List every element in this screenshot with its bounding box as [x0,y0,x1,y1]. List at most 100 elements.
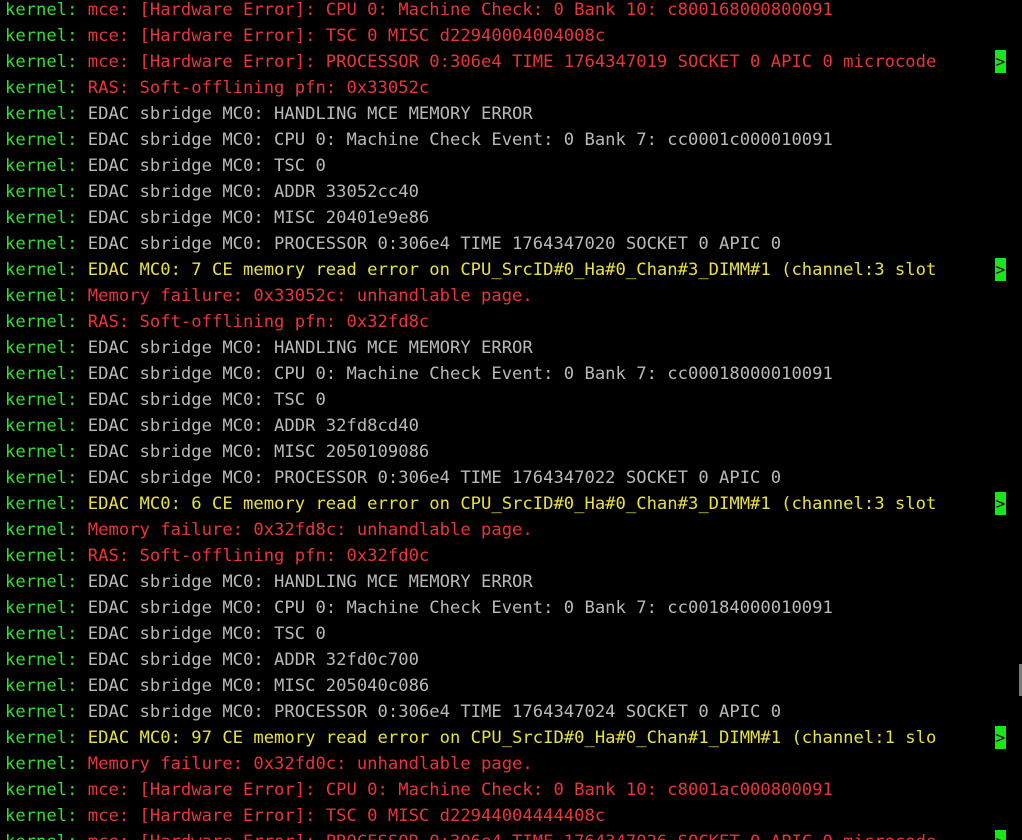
log-message: EDAC MC0: 97 CE memory read error on CPU… [87,728,937,748]
log-line: kernel: EDAC sbridge MC0: PROCESSOR 0:30… [5,231,1005,257]
log-message: EDAC MC0: 6 CE memory read error on CPU_… [87,494,937,514]
line-overflow-marker: > [995,830,1006,840]
log-source-prefix: kernel: [5,234,78,254]
log-source-prefix: kernel: [5,806,78,826]
log-message: EDAC sbridge MC0: CPU 0: Machine Check E… [87,364,833,384]
log-line: kernel: EDAC sbridge MC0: ADDR 33052cc40 [5,179,1005,205]
log-source-prefix: kernel: [5,702,78,722]
log-line: kernel: EDAC MC0: 7 CE memory read error… [5,257,1005,283]
log-message: EDAC sbridge MC0: MISC 2050109086 [87,442,430,462]
log-source-prefix: kernel: [5,312,78,332]
log-source-prefix: kernel: [5,182,78,202]
log-line: kernel: EDAC sbridge MC0: ADDR 32fd0c700 [5,647,1005,673]
log-source-prefix: kernel: [5,364,78,384]
log-message: EDAC sbridge MC0: PROCESSOR 0:306e4 TIME… [87,468,782,488]
log-source-prefix: kernel: [5,26,78,46]
log-line: kernel: RAS: Soft-offlining pfn: 0x33052… [5,75,1005,101]
log-line: kernel: EDAC sbridge MC0: PROCESSOR 0:30… [5,699,1005,725]
log-source-prefix: kernel: [5,390,78,410]
log-message: RAS: Soft-offlining pfn: 0x32fd8c [87,312,430,332]
log-line: kernel: mce: [Hardware Error]: CPU 0: Ma… [5,0,1005,23]
log-line: kernel: mce: [Hardware Error]: PROCESSOR… [5,49,1005,75]
log-message: EDAC sbridge MC0: PROCESSOR 0:306e4 TIME… [87,702,782,722]
log-message: Memory failure: 0x32fd8c: unhandlable pa… [87,520,533,540]
log-source-prefix: kernel: [5,728,78,748]
log-line: kernel: EDAC sbridge MC0: TSC 0 [5,387,1005,413]
log-source-prefix: kernel: [5,468,78,488]
log-line: kernel: EDAC sbridge MC0: ADDR 32fd8cd40 [5,413,1005,439]
log-message: EDAC sbridge MC0: CPU 0: Machine Check E… [87,130,833,150]
log-message: mce: [Hardware Error]: PROCESSOR 0:306e4… [87,52,937,72]
log-message: EDAC sbridge MC0: MISC 20401e9e86 [87,208,430,228]
line-overflow-marker: > [995,50,1006,73]
terminal-output[interactable]: kernel: mce: [Hardware Error]: CPU 0: Ma… [0,0,1022,840]
log-message: EDAC sbridge MC0: TSC 0 [87,156,326,176]
log-message: EDAC sbridge MC0: MISC 205040c086 [87,676,430,696]
log-line: kernel: EDAC sbridge MC0: CPU 0: Machine… [5,127,1005,153]
log-line: kernel: Memory failure: 0x32fd8c: unhand… [5,517,1005,543]
log-source-prefix: kernel: [5,130,78,150]
log-line: kernel: mce: [Hardware Error]: CPU 0: Ma… [5,777,1005,803]
log-line: kernel: Memory failure: 0x32fd0c: unhand… [5,751,1005,777]
log-source-prefix: kernel: [5,104,78,124]
log-message: EDAC MC0: 7 CE memory read error on CPU_… [87,260,937,280]
log-message: RAS: Soft-offlining pfn: 0x32fd0c [87,546,430,566]
log-message: mce: [Hardware Error]: TSC 0 MISC d22940… [87,26,606,46]
log-message: EDAC sbridge MC0: ADDR 32fd8cd40 [87,416,419,436]
line-overflow-marker: > [995,492,1006,515]
log-message: Memory failure: 0x32fd0c: unhandlable pa… [87,754,533,774]
log-line: kernel: EDAC sbridge MC0: HANDLING MCE M… [5,101,1005,127]
log-line: kernel: EDAC sbridge MC0: MISC 205040c08… [5,673,1005,699]
log-message: RAS: Soft-offlining pfn: 0x33052c [87,78,430,98]
log-line: kernel: EDAC sbridge MC0: HANDLING MCE M… [5,569,1005,595]
log-line: kernel: RAS: Soft-offlining pfn: 0x32fd8… [5,309,1005,335]
log-message: mce: [Hardware Error]: PROCESSOR 0:306e4… [88,832,937,840]
log-message: mce: [Hardware Error]: TSC 0 MISC d22944… [87,806,606,826]
log-line: kernel: EDAC MC0: 97 CE memory read erro… [5,725,1005,751]
log-message: EDAC sbridge MC0: ADDR 33052cc40 [87,182,419,202]
log-source-prefix: kernel: [5,208,78,228]
log-source-prefix: kernel: [5,832,77,840]
log-source-prefix: kernel: [5,624,78,644]
log-source-prefix: kernel: [5,156,78,176]
line-overflow-marker: > [995,258,1006,281]
log-source-prefix: kernel: [5,494,78,514]
log-source-prefix: kernel: [5,520,78,540]
log-source-prefix: kernel: [5,442,78,462]
log-source-prefix: kernel: [5,78,78,98]
log-source-prefix: kernel: [5,676,78,696]
log-source-prefix: kernel: [5,52,78,72]
log-source-prefix: kernel: [5,286,78,306]
log-message: Memory failure: 0x33052c: unhandlable pa… [87,286,533,306]
log-line: kernel: EDAC sbridge MC0: HANDLING MCE M… [5,335,1005,361]
log-source-prefix: kernel: [5,754,78,774]
log-message: mce: [Hardware Error]: CPU 0: Machine Ch… [87,780,833,800]
log-message: EDAC sbridge MC0: HANDLING MCE MEMORY ER… [87,338,533,358]
log-line: kernel: EDAC sbridge MC0: PROCESSOR 0:30… [5,465,1005,491]
log-message: EDAC sbridge MC0: TSC 0 [87,624,326,644]
log-line: kernel: EDAC sbridge MC0: TSC 0 [5,621,1005,647]
log-line: kernel: EDAC sbridge MC0: CPU 0: Machine… [5,595,1005,621]
log-message: EDAC sbridge MC0: PROCESSOR 0:306e4 TIME… [87,234,782,254]
log-line: kernel: EDAC sbridge MC0: CPU 0: Machine… [5,361,1005,387]
log-source-prefix: kernel: [5,546,78,566]
log-source-prefix: kernel: [5,780,78,800]
log-line: kernel: EDAC sbridge MC0: MISC 20401e9e8… [5,205,1005,231]
log-message: EDAC sbridge MC0: HANDLING MCE MEMORY ER… [87,572,533,592]
log-message: EDAC sbridge MC0: TSC 0 [87,390,326,410]
log-line: kernel: mce: [Hardware Error]: TSC 0 MIS… [5,23,1005,49]
log-message: mce: [Hardware Error]: CPU 0: Machine Ch… [87,0,833,20]
log-source-prefix: kernel: [5,598,78,618]
log-source-prefix: kernel: [5,572,78,592]
log-message: EDAC sbridge MC0: CPU 0: Machine Check E… [87,598,833,618]
log-message: EDAC sbridge MC0: HANDLING MCE MEMORY ER… [87,104,533,124]
log-line: kernel: mce: [Hardware Error]: PROCESSOR… [5,829,1005,840]
log-source-prefix: kernel: [5,338,78,358]
log-line: kernel: mce: [Hardware Error]: TSC 0 MIS… [5,803,1005,829]
log-line: kernel: EDAC sbridge MC0: TSC 0 [5,153,1005,179]
log-source-prefix: kernel: [5,416,78,436]
log-line: kernel: RAS: Soft-offlining pfn: 0x32fd0… [5,543,1005,569]
log-source-prefix: kernel: [5,650,78,670]
log-line: kernel: Memory failure: 0x33052c: unhand… [5,283,1005,309]
log-line: kernel: EDAC sbridge MC0: MISC 205010908… [5,439,1005,465]
